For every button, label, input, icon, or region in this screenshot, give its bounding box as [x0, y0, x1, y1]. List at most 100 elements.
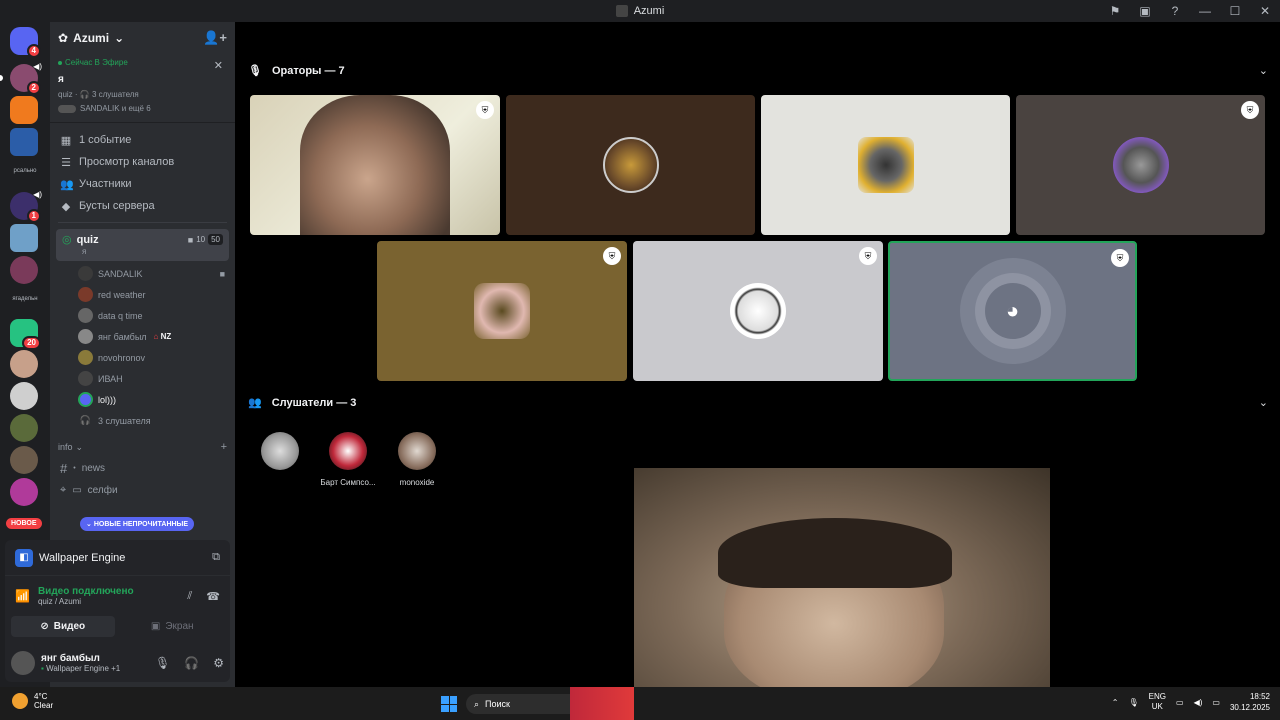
- chevron-down-icon[interactable]: ⌄: [1259, 396, 1268, 409]
- inbox-icon[interactable]: ▣: [1130, 0, 1160, 22]
- voice-user[interactable]: red weather: [50, 284, 235, 305]
- flag-icon[interactable]: ⚑: [1100, 0, 1130, 22]
- camera-popout[interactable]: [634, 468, 1050, 720]
- clock[interactable]: 18:52 30.12.2025: [1230, 691, 1270, 713]
- microphone-icon[interactable]: 🎙: [1129, 698, 1139, 707]
- close-window-button[interactable]: ✕: [1250, 0, 1280, 22]
- listener[interactable]: monoxide: [382, 432, 452, 487]
- maximize-button[interactable]: ☐: [1220, 0, 1250, 22]
- avatar: [78, 308, 93, 323]
- members-icon: 👥: [60, 178, 74, 191]
- taskbar-app-icon[interactable]: [570, 687, 634, 720]
- server-badge: 2: [26, 81, 41, 95]
- voice-status-sub[interactable]: quiz / Azumi: [38, 597, 134, 606]
- voice-user[interactable]: SANDALIK ■: [50, 263, 235, 284]
- speaker-tile[interactable]: ⛨: [250, 95, 500, 235]
- close-icon[interactable]: ✕: [214, 59, 223, 72]
- listeners-header[interactable]: 👥 Слушатели — 3: [248, 396, 356, 410]
- microphone-icon[interactable]: 🎙: [155, 656, 170, 670]
- listener[interactable]: [245, 432, 315, 478]
- hash-icon: #: [60, 460, 68, 476]
- text-channel-selfie[interactable]: ⌖ ▭ селфи: [50, 479, 235, 501]
- weather-widget[interactable]: 4°C Clear: [12, 692, 53, 710]
- battery-icon[interactable]: ▭: [1212, 698, 1220, 707]
- windows-start-icon[interactable]: [441, 696, 457, 712]
- unread-pip: [0, 75, 3, 81]
- camera-count: 10: [196, 235, 206, 244]
- popout-icon[interactable]: ⧉: [212, 551, 220, 564]
- avatar: [78, 371, 93, 386]
- server-icon[interactable]: [10, 128, 38, 156]
- nav-members[interactable]: 👥 Участники: [50, 173, 235, 195]
- browse-icon: ☰: [61, 156, 71, 169]
- nav-browse-channels[interactable]: ☰ Просмотр каналов: [50, 151, 235, 173]
- chevron-up-icon[interactable]: ⌃: [1112, 698, 1119, 707]
- server-icon[interactable]: [10, 382, 38, 410]
- chevron-down-icon[interactable]: ⌄: [1259, 64, 1268, 77]
- settings-gear-icon[interactable]: ⚙: [213, 656, 224, 670]
- server-icon[interactable]: [10, 414, 38, 442]
- text-channel-news[interactable]: # • news: [50, 457, 235, 479]
- speaker-tile[interactable]: ⛨: [1016, 95, 1265, 235]
- window-title-group: Azumi: [615, 5, 664, 17]
- speaker-tile[interactable]: [761, 95, 1010, 235]
- server-icon[interactable]: [10, 446, 38, 474]
- new-unread-button[interactable]: ⌄ НОВЫЕ НЕПРОЧИТАННЫЕ: [80, 517, 195, 531]
- speaker-tile[interactable]: ⛨: [633, 241, 883, 381]
- voice-user[interactable]: data q time: [50, 305, 235, 326]
- category-info[interactable]: info ⌄ +: [50, 437, 235, 457]
- activity-row[interactable]: ◧ Wallpaper Engine ⧉: [5, 540, 230, 576]
- server-icon[interactable]: [10, 96, 38, 124]
- noise-suppression-icon[interactable]: ⫽: [187, 590, 192, 603]
- voice-status-title[interactable]: Видео подключено: [38, 586, 134, 597]
- volume-icon[interactable]: ◀): [1194, 698, 1203, 707]
- voice-user[interactable]: novohronov: [50, 347, 235, 368]
- server-name: Azumi: [73, 31, 110, 45]
- speakers-header[interactable]: 🎙 Ораторы — 7: [248, 64, 345, 78]
- live-now-panel[interactable]: Сейчас В Эфире ✕ я quiz · 🎧 3 слушателя …: [50, 54, 235, 123]
- discord-home-icon[interactable]: 4: [10, 27, 41, 58]
- live-tag-label: Сейчас В Эфире: [65, 58, 128, 67]
- server-icon[interactable]: [10, 350, 38, 378]
- disconnect-icon[interactable]: ☎: [206, 590, 220, 603]
- clock-time: 18:52: [1249, 692, 1270, 701]
- chevron-down-icon: ⌄: [114, 31, 125, 45]
- voice-user[interactable]: lol))): [50, 389, 235, 410]
- add-member-icon[interactable]: 👤+: [203, 30, 227, 46]
- voice-user[interactable]: ИВАН: [50, 368, 235, 389]
- server-icon[interactable]: ◀) 2: [10, 62, 42, 95]
- listeners-count[interactable]: 🎧 3 слушателя: [50, 410, 235, 431]
- network-icon[interactable]: ▭: [1176, 698, 1184, 707]
- language-indicator[interactable]: ENG UK: [1149, 692, 1166, 712]
- help-icon[interactable]: ?: [1160, 0, 1190, 22]
- moderator-shield-icon: ⛨: [859, 247, 877, 265]
- avatar: [398, 432, 436, 470]
- server-icon[interactable]: [10, 256, 38, 284]
- server-header[interactable]: ✿ Azumi ⌄ 👤+: [50, 22, 235, 54]
- stage-channel-quiz[interactable]: ◎ quiz ■ 10 50 я: [56, 229, 229, 261]
- add-channel-icon[interactable]: +: [221, 441, 227, 453]
- headphones-icon[interactable]: 🎧: [184, 656, 199, 670]
- channel-name: quiz: [76, 233, 99, 246]
- server-icon[interactable]: ◀) 1: [10, 190, 42, 223]
- listeners-icon: 👥: [248, 397, 262, 409]
- voice-user[interactable]: янг бамбыл ⌂ NZ: [50, 326, 235, 347]
- server-icon[interactable]: [10, 478, 38, 506]
- signal-icon[interactable]: 📶: [15, 589, 30, 603]
- speaker-tile[interactable]: ⛨: [377, 241, 627, 381]
- screen-share-button[interactable]: ▣ Экран: [121, 616, 225, 637]
- listener[interactable]: Барт Симпсо...: [313, 432, 383, 487]
- minimize-button[interactable]: —: [1190, 0, 1220, 22]
- new-pill[interactable]: НОВОЕ: [6, 518, 42, 529]
- avatar[interactable]: [11, 651, 35, 675]
- speaker-tile-speaking[interactable]: ◕ ⛨: [888, 241, 1137, 381]
- speaker-tile[interactable]: [506, 95, 755, 235]
- nav-boosts[interactable]: ◆ Бусты сервера: [50, 195, 235, 217]
- video-button[interactable]: ⊘ Видео: [11, 616, 115, 637]
- server-badge: 20: [22, 336, 41, 350]
- nav-events[interactable]: ▦ 1 событие: [50, 129, 235, 151]
- server-icon[interactable]: 20: [10, 319, 41, 350]
- watcher-avatars: [58, 104, 76, 113]
- server-icon[interactable]: [10, 224, 38, 252]
- headphones-icon: 🎧: [79, 415, 92, 425]
